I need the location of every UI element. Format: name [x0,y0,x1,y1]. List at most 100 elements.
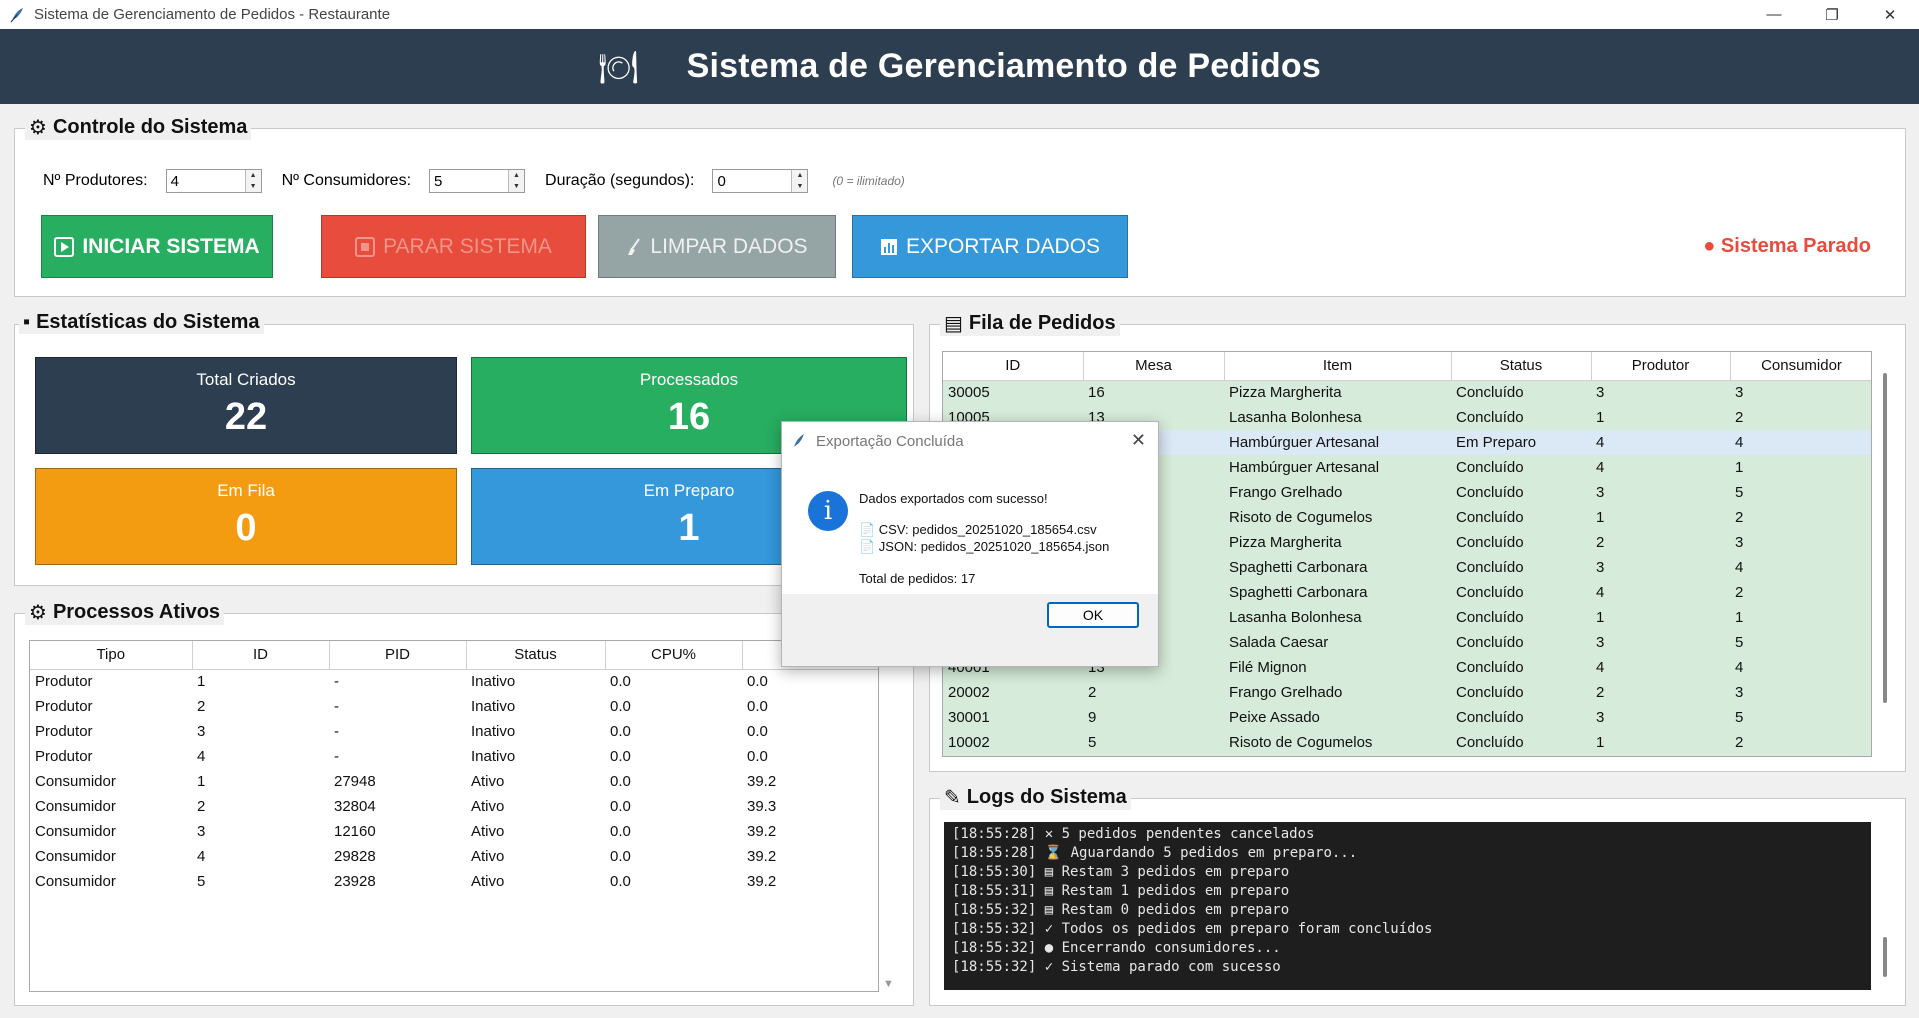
table-cell: 0.0 [610,773,631,790]
table-cell: 5 [1730,480,1871,505]
spin-down-icon[interactable]: ▼ [509,181,525,192]
table-cell: Ativo [471,773,505,790]
log-line: [18:55:31] ▤ Restam 1 pedidos em preparo [952,883,1290,899]
table-cell: Consumidor [35,848,116,865]
minimize-button[interactable]: — [1745,0,1803,29]
table-row[interactable]: 30005 16 Pizza Margherita Concluído 3 3 [943,380,1871,405]
feather-icon [10,7,23,22]
table-row[interactable]: 10002 5 Risoto de Cogumelos Concluído 1 2 [943,730,1871,755]
spin-down-icon[interactable]: ▼ [792,181,808,192]
feather-icon [794,434,804,447]
table-row[interactable]: Consumidor 2 32804 Ativo 0.0 39.3 [30,794,878,819]
consumers-spin-arrows[interactable]: ▲ ▼ [508,170,525,192]
table-row[interactable]: Consumidor 5 23928 Ativo 0.0 39.2 [30,869,878,894]
table-cell: Inativo [471,723,516,740]
producers-spinbox[interactable]: 4 ▲ ▼ [165,169,262,193]
table-row[interactable]: Produtor 1 - Inativo 0.0 0.0 [30,669,878,694]
order-queue-scrollbar[interactable] [1883,373,1887,703]
duration-label: Duração (segundos): [545,172,695,189]
stat-total-value: 22 [224,396,268,438]
table-cell: Frango Grelhado [1224,680,1451,705]
processes-panel: ⚙ Processos Ativos TipoIDPIDStatusCPU%M … [14,600,914,1006]
stop-system-button[interactable]: PARAR SISTEMA [321,215,586,278]
restore-button[interactable]: ❐ [1803,0,1861,29]
logs-scrollbar[interactable] [1883,937,1887,977]
duration-spinbox[interactable]: 0 ▲ ▼ [712,169,809,193]
table-row[interactable]: Consumidor 1 27948 Ativo 0.0 39.2 [30,769,878,794]
column-header[interactable]: Tipo [30,641,193,670]
producers-spin-arrows[interactable]: ▲ ▼ [244,170,261,192]
producers-value[interactable]: 4 [167,173,245,190]
duration-value[interactable]: 0 [713,173,791,190]
column-header[interactable]: PID [329,641,467,670]
system-status: ● Sistema Parado [1703,235,1871,257]
table-cell: 2 [1591,680,1730,705]
table-cell: 4 [197,748,206,765]
log-line: [18:55:32] ✓ Todos os pedidos em preparo… [952,921,1433,937]
table-cell: - [334,748,339,765]
column-header[interactable]: Consumidor [1730,352,1871,381]
table-row[interactable]: 30001 9 Peixe Assado Concluído 3 5 [943,705,1871,730]
gear-icon: ⚙ [29,117,47,139]
table-cell: 30005 [943,380,1083,405]
table-cell: 3 [1591,705,1730,730]
table-cell: - [334,698,339,715]
table-cell: 1 [1591,605,1730,630]
column-header[interactable]: Mesa [1083,352,1225,381]
column-header[interactable]: Item [1224,352,1452,381]
stop-icon [355,236,376,257]
consumers-spinbox[interactable]: 5 ▲ ▼ [429,169,526,193]
consumers-value[interactable]: 5 [430,173,508,190]
column-header[interactable]: Status [466,641,606,670]
table-cell: 0.0 [747,723,768,740]
table-cell: Concluído [1451,480,1591,505]
clear-data-button[interactable]: LIMPAR DADOS [598,215,836,278]
consumers-label: Nº Consumidores: [281,172,412,189]
dialog-ok-button[interactable]: OK [1047,602,1139,628]
table-row[interactable]: Produtor 3 - Inativo 0.0 0.0 [30,719,878,744]
chart-icon [880,238,898,256]
export-data-button[interactable]: EXPORTAR DADOS [852,215,1128,278]
table-cell: Concluído [1451,530,1591,555]
table-row[interactable]: Produtor 2 - Inativo 0.0 0.0 [30,694,878,719]
table-row[interactable]: Produtor 4 - Inativo 0.0 0.0 [30,744,878,769]
table-cell: Produtor [35,748,93,765]
duration-spin-arrows[interactable]: ▲ ▼ [791,170,808,192]
column-header[interactable]: Produtor [1591,352,1731,381]
column-header[interactable]: Status [1451,352,1592,381]
logs-console[interactable]: [18:55:28] ✕ 5 pedidos pendentes cancela… [944,822,1871,990]
start-system-button[interactable]: INICIAR SISTEMA [41,215,273,278]
table-cell: 3 [1591,380,1730,405]
spin-up-icon[interactable]: ▲ [792,170,808,181]
app-header: 🍽 Sistema de Gerenciamento de Pedidos [0,29,1919,104]
table-cell: Concluído [1451,405,1591,430]
order-queue-legend: ▤ Fila de Pedidos [940,311,1120,336]
table-cell: 0.0 [610,673,631,691]
table-cell: Produtor [35,723,93,740]
spin-down-icon[interactable]: ▼ [245,181,261,192]
stat-total-created: Total Criados 22 [35,357,457,454]
column-header[interactable]: ID [943,352,1084,381]
table-cell: 0.0 [610,873,631,890]
spin-up-icon[interactable]: ▲ [509,170,525,181]
column-header[interactable]: ID [192,641,330,670]
spin-up-icon[interactable]: ▲ [245,170,261,181]
table-cell: Frango Grelhado [1224,480,1451,505]
table-row[interactable]: Consumidor 4 29828 Ativo 0.0 39.2 [30,844,878,869]
table-cell: 3 [197,723,206,740]
table-cell: 2 [197,798,206,815]
table-row[interactable]: Consumidor 3 12160 Ativo 0.0 39.2 [30,819,878,844]
table-row[interactable]: 20002 2 Frango Grelhado Concluído 2 3 [943,680,1871,705]
export-complete-dialog: Exportação Concluída ✕ i Dados exportado… [781,421,1159,667]
notepad-icon: ✎ [944,787,961,809]
column-header[interactable]: CPU% [605,641,743,670]
dialog-close-button[interactable]: ✕ [1131,430,1146,451]
clear-data-label: LIMPAR DADOS [650,234,808,258]
log-line: [18:55:32] ✓ Sistema parado com sucesso [952,959,1281,975]
table-cell: Spaghetti Carbonara [1224,555,1451,580]
stat-queue-value: 0 [235,507,257,549]
table-cell: Concluído [1451,630,1591,655]
broom-icon [626,237,642,256]
processes-scroll-down-icon[interactable]: ▼ [883,978,894,990]
close-window-button[interactable]: ✕ [1861,0,1919,29]
